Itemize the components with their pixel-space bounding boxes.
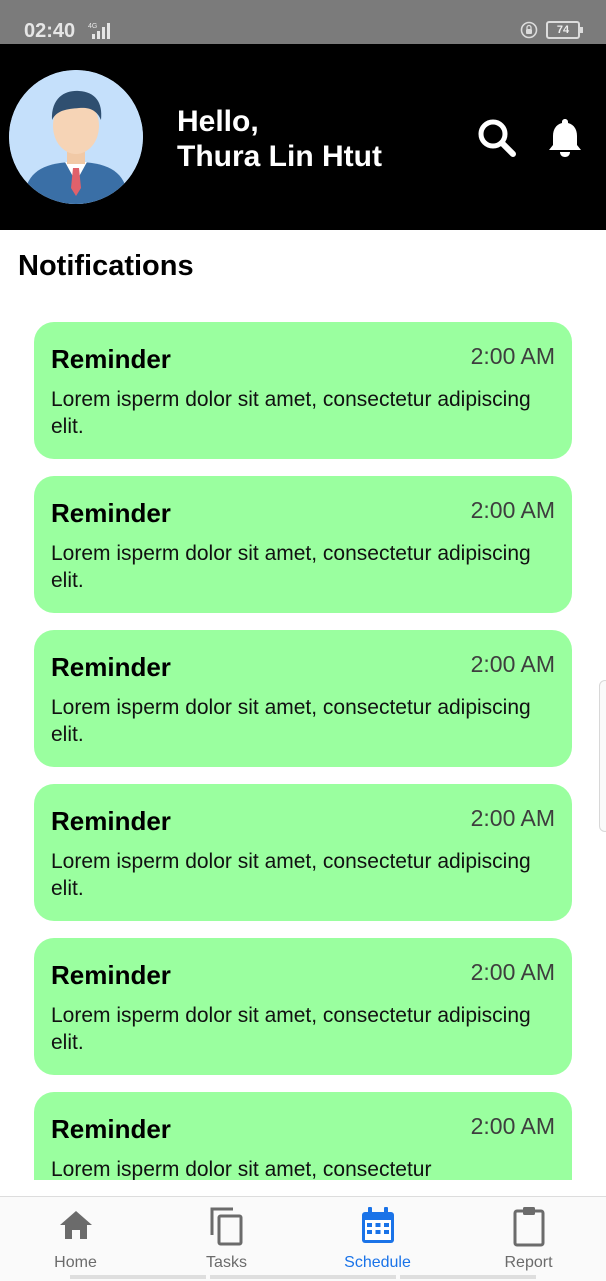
user-avatar-icon — [9, 70, 143, 204]
notification-time: 2:00 AM — [470, 805, 555, 831]
app-header: Hello, Thura Lin Htut — [0, 44, 606, 230]
notification-title: Reminder — [51, 498, 171, 528]
notification-body: Lorem isperm dolor sit amet, consectetur — [51, 1158, 432, 1180]
notification-time: 2:00 AM — [470, 959, 555, 985]
calendar-icon — [361, 1207, 394, 1243]
notification-time: 2:00 AM — [470, 1113, 555, 1139]
notification-title: Reminder — [51, 652, 171, 682]
status-time: 02:40 — [24, 20, 76, 42]
network-label: 4G — [88, 23, 97, 30]
notification-body: Lorem isperm dolor sit amet, consectetur… — [51, 696, 531, 746]
nav-item-schedule[interactable]: Schedule — [302, 1197, 453, 1281]
signal-icon: 4G — [88, 23, 110, 39]
avatar[interactable] — [9, 70, 143, 204]
nav-item-home[interactable]: Home — [0, 1197, 151, 1281]
notification-time: 2:00 AM — [470, 651, 555, 677]
nav-label-home: Home — [54, 1254, 97, 1271]
nav-item-report[interactable]: Report — [453, 1197, 604, 1281]
notification-body: Lorem isperm dolor sit amet, consectetur… — [51, 850, 531, 900]
notification-list[interactable]: Reminder 2:00 AM Lorem isperm dolor sit … — [0, 305, 606, 1180]
notification-time: 2:00 AM — [470, 497, 555, 523]
notification-body: Lorem isperm dolor sit amet, consectetur… — [51, 1004, 531, 1054]
bottom-nav: Home Tasks Schedule Report — [0, 1196, 606, 1281]
scrollbar[interactable] — [599, 680, 606, 832]
user-name: Thura Lin Htut — [177, 140, 382, 173]
notification-card[interactable]: Reminder 2:00 AM Lorem isperm dolor sit … — [34, 630, 572, 767]
copy-icon — [210, 1207, 242, 1246]
nav-item-tasks[interactable]: Tasks — [151, 1197, 302, 1281]
bell-icon[interactable] — [545, 116, 585, 160]
notification-card[interactable]: Reminder 2:00 AM Lorem isperm dolor sit … — [34, 1092, 572, 1180]
notification-card[interactable]: Reminder 2:00 AM Lorem isperm dolor sit … — [34, 476, 572, 613]
battery-indicator: 74 — [546, 21, 583, 39]
nav-divider — [70, 1275, 206, 1279]
nav-label-tasks: Tasks — [206, 1254, 247, 1271]
notification-card[interactable]: Reminder 2:00 AM Lorem isperm dolor sit … — [34, 938, 572, 1075]
rotation-lock-icon — [520, 21, 538, 39]
notification-title: Reminder — [51, 344, 171, 374]
nav-divider — [400, 1275, 536, 1279]
nav-divider — [210, 1275, 396, 1279]
clipboard-icon — [513, 1207, 544, 1247]
notification-title: Reminder — [51, 960, 171, 990]
notification-time: 2:00 AM — [470, 343, 555, 369]
status-bar: 02:40 4G 74 — [0, 0, 606, 44]
greeting: Hello, Thura Lin Htut — [177, 104, 382, 174]
home-icon — [59, 1211, 92, 1239]
notification-title: Reminder — [51, 1114, 171, 1144]
notification-title: Reminder — [51, 806, 171, 836]
nav-label-report: Report — [504, 1254, 553, 1271]
notification-body: Lorem isperm dolor sit amet, consectetur… — [51, 388, 531, 438]
page-title: Notifications — [18, 250, 194, 282]
nav-label-schedule: Schedule — [344, 1254, 411, 1271]
notification-card[interactable]: Reminder 2:00 AM Lorem isperm dolor sit … — [34, 322, 572, 459]
greeting-line-1: Hello, — [177, 105, 259, 138]
notification-card[interactable]: Reminder 2:00 AM Lorem isperm dolor sit … — [34, 784, 572, 921]
notification-body: Lorem isperm dolor sit amet, consectetur… — [51, 542, 531, 592]
search-icon[interactable] — [476, 116, 516, 160]
